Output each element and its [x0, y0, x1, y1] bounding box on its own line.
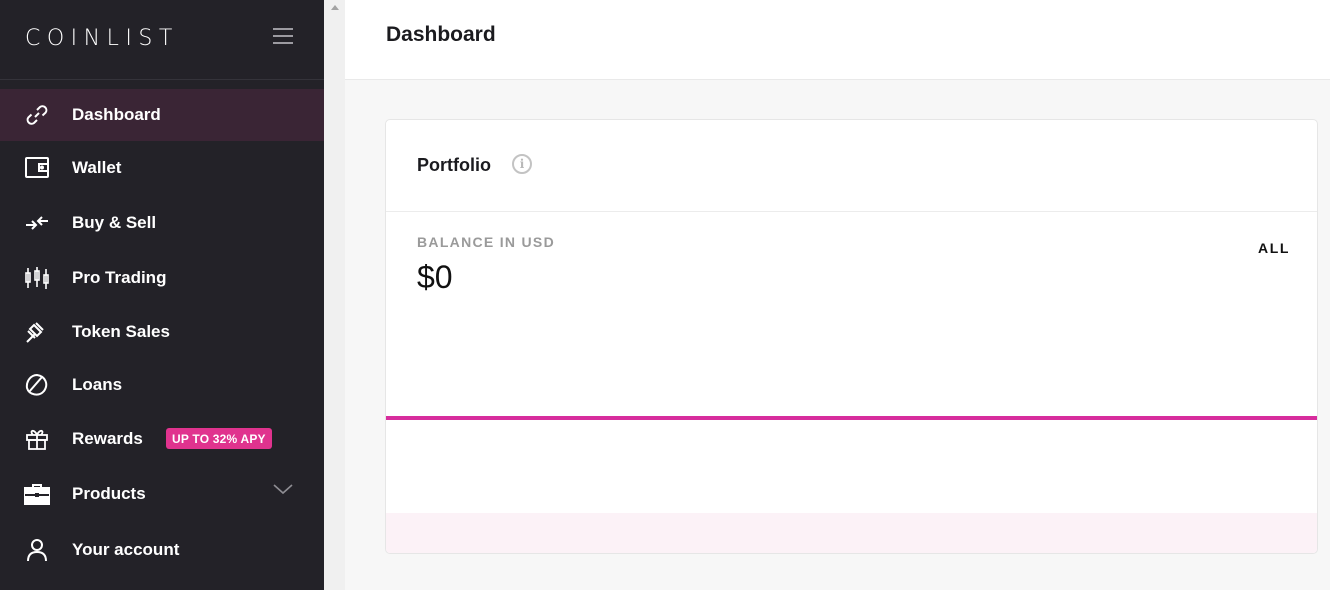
sidebar-item-label: Products [72, 484, 146, 503]
sidebar-item-your-account[interactable]: Your account [0, 524, 324, 576]
range-all-button[interactable]: ALL [1258, 240, 1290, 256]
briefcase-icon [24, 481, 50, 507]
gift-icon [24, 426, 50, 452]
portfolio-title: Portfolio [417, 155, 491, 175]
sidebar-item-label: Rewards [72, 429, 143, 448]
sidebar-header: COINLIST [0, 0, 324, 80]
info-icon[interactable]: i [512, 154, 532, 174]
sidebar-item-rewards[interactable]: Rewards UP TO 32% APY [0, 413, 324, 465]
chevron-down-icon[interactable] [273, 482, 293, 496]
sidebar-item-dashboard[interactable]: Dashboard [0, 89, 324, 141]
link-icon [24, 102, 50, 128]
menu-icon[interactable] [273, 28, 293, 46]
gavel-icon [24, 319, 50, 345]
sidebar-item-products[interactable]: Products [0, 468, 324, 520]
sidebar: COINLIST Dashboard Wallet Buy & Sell Pro… [0, 0, 324, 590]
scrollbar[interactable] [324, 0, 345, 590]
sidebar-item-pro-trading[interactable]: Pro Trading [0, 252, 324, 304]
sidebar-item-label: Wallet [72, 158, 122, 177]
main-header: Dashboard [345, 0, 1330, 80]
sidebar-item-label: Pro Trading [72, 268, 167, 287]
seed-icon [24, 372, 50, 398]
sidebar-item-label: Your account [72, 540, 180, 559]
sidebar-item-wallet[interactable]: Wallet [0, 142, 324, 194]
sidebar-item-loans[interactable]: Loans [0, 359, 324, 411]
balance-chart-line [386, 416, 1317, 420]
sidebar-item-token-sales[interactable]: Token Sales [0, 306, 324, 358]
portfolio-card: Portfolio i BALANCE IN USD $0 ALL [385, 119, 1318, 554]
sidebar-item-label: Token Sales [72, 322, 170, 341]
balance-chart-fill [386, 513, 1317, 553]
portfolio-card-header: Portfolio i [386, 120, 1317, 212]
scroll-up-icon[interactable] [331, 5, 339, 10]
wallet-icon [24, 155, 50, 181]
balance-value: $0 [417, 259, 453, 295]
sidebar-item-label: Loans [72, 375, 123, 394]
swap-arrows-icon [24, 210, 50, 236]
sidebar-item-label: Dashboard [72, 105, 161, 124]
balance-label: BALANCE IN USD [417, 234, 555, 250]
coinlist-logo[interactable]: COINLIST [25, 26, 179, 51]
candlestick-icon [24, 265, 50, 291]
sidebar-item-label: Buy & Sell [72, 213, 157, 232]
page-title: Dashboard [386, 23, 496, 46]
user-icon [24, 537, 50, 563]
sidebar-item-buy-sell[interactable]: Buy & Sell [0, 197, 324, 249]
apy-badge: UP TO 32% APY [166, 428, 272, 449]
